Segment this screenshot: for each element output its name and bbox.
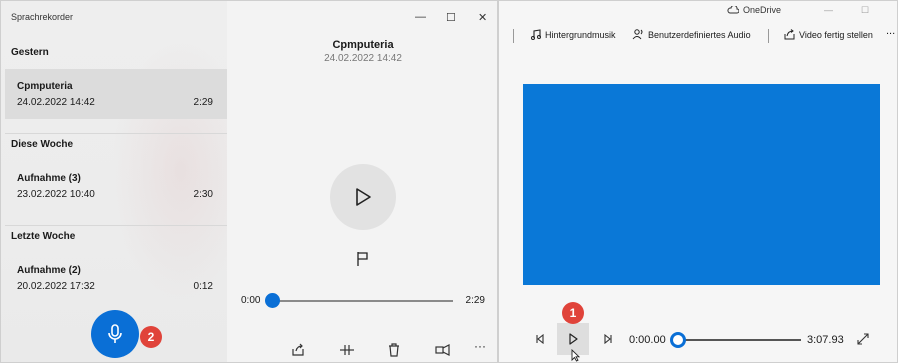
play-button[interactable] [330,164,396,230]
finish-video-label: Video fertig stellen [799,29,873,40]
onedrive-label[interactable]: OneDrive [727,5,781,15]
video-editor-window: OneDrive — ☐ Hintergrundmusik Benutzerde… [498,0,898,363]
microphone-icon [108,324,122,343]
play-icon [569,333,578,345]
editor-toolbar: Hintergrundmusik Benutzerdefiniertes Aud… [499,25,897,47]
recording-item-aufnahme-3[interactable]: Aufnahme (3) 23.02.2022 10:40 2:30 [5,161,227,211]
onedrive-text: OneDrive [743,5,782,15]
divider [5,133,227,134]
cloud-icon [727,6,739,14]
finish-video-button[interactable]: Video fertig stellen [784,29,873,40]
minimize-icon[interactable]: — [824,5,833,15]
recording-detail-pane: — ☐ ✕ Cpmputeria 24.02.2022 14:42 0:00 2… [227,1,497,362]
trim-icon[interactable] [339,343,355,357]
delete-icon[interactable] [388,343,400,357]
step-badge-1: 1 [562,302,584,324]
recording-name: Cpmputeria [17,81,73,92]
maximize-icon[interactable]: ☐ [446,11,456,24]
section-heading-letzte-woche: Letzte Woche [11,231,76,242]
custom-audio-label: Benutzerdefiniertes Audio [648,29,751,40]
play-icon [356,188,371,206]
video-preview[interactable] [523,84,880,285]
person-audio-icon [632,29,643,40]
recording-date: 23.02.2022 10:40 [17,189,95,200]
section-heading-diese-woche: Diese Woche [11,139,74,150]
previous-frame-icon[interactable] [535,334,545,344]
flag-marker-icon[interactable] [356,251,370,267]
seek-thumb[interactable] [265,293,280,308]
toolbar-separator [513,29,514,43]
recording-duration: 0:12 [193,281,213,292]
section-heading-gestern: Gestern [11,47,49,58]
more-options-icon[interactable]: ··· [474,339,486,353]
speed-icon[interactable] [435,343,451,357]
recording-name: Aufnahme (3) [17,173,81,184]
more-options-icon[interactable]: ... [886,25,895,37]
recording-date: 20.02.2022 17:32 [17,281,95,292]
custom-audio-button[interactable]: Benutzerdefiniertes Audio [632,29,751,40]
maximize-icon[interactable]: ☐ [861,5,869,16]
recordings-list: Sprachrekorder Gestern Cpmputeria 24.02.… [1,1,251,362]
recording-duration: 2:30 [193,189,213,200]
background-music-label: Hintergrundmusik [545,29,616,40]
seek-track[interactable] [269,300,453,302]
current-time: 0:00 [241,295,261,306]
detail-title: Cpmputeria [332,39,394,51]
editor-total-time: 3:07.93 [807,334,844,346]
recording-date: 24.02.2022 14:42 [17,97,95,108]
step-badge-2: 2 [140,326,162,348]
share-icon [784,29,795,40]
toolbar-separator [768,29,769,43]
detail-date: 24.02.2022 14:42 [324,53,402,64]
recording-item-cpmputeria[interactable]: Cpmputeria 24.02.2022 14:42 2:29 [5,69,227,119]
recording-name: Aufnahme (2) [17,265,81,276]
record-button[interactable] [91,310,139,358]
recording-duration: 2:29 [193,97,213,108]
share-icon[interactable] [291,343,305,357]
music-note-icon [531,29,541,40]
fullscreen-icon[interactable] [857,333,869,345]
next-frame-icon[interactable] [603,334,613,344]
app-title: Sprachrekorder [11,12,74,22]
editor-seek-track[interactable] [685,339,801,341]
divider [5,225,227,226]
editor-seek-thumb[interactable] [670,332,686,348]
voice-recorder-window: Sprachrekorder Gestern Cpmputeria 24.02.… [0,0,498,363]
close-icon[interactable]: ✕ [478,11,487,24]
editor-current-time: 0:00.00 [629,334,666,346]
background-music-button[interactable]: Hintergrundmusik [531,29,616,40]
minimize-icon[interactable]: — [415,11,426,23]
mouse-cursor-icon [571,349,580,362]
total-time: 2:29 [465,295,485,306]
recording-item-aufnahme-2[interactable]: Aufnahme (2) 20.02.2022 17:32 0:12 [5,253,227,303]
